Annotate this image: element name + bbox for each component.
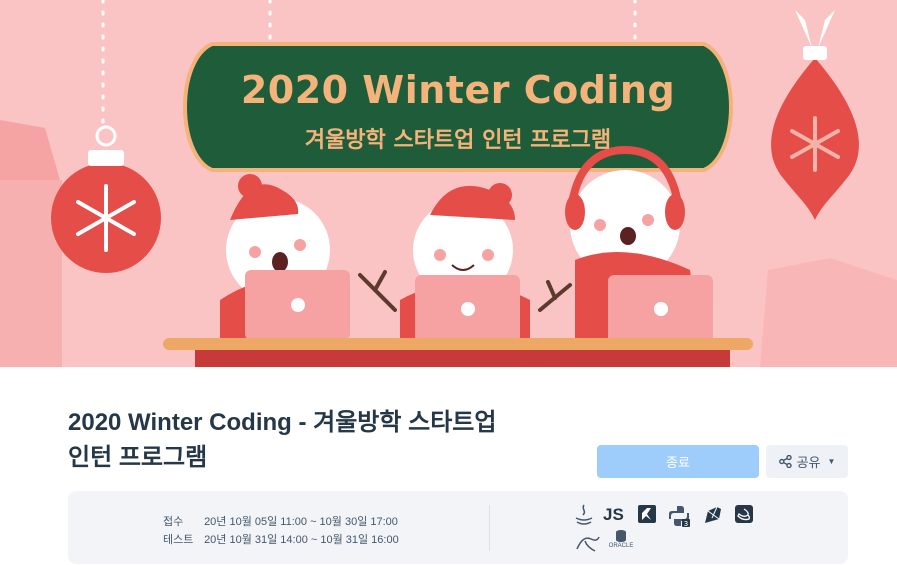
java-icon [575, 504, 593, 525]
ruby-icon [705, 506, 721, 523]
oracle-label: ORACLE [608, 543, 634, 549]
javascript-icon: JS [603, 505, 624, 524]
schedule-test-row: 테스트 20년 10월 31일 14:00 ~ 10월 31일 16:00 [163, 531, 399, 547]
oracle-icon: ORACLE [607, 529, 635, 549]
page-title: 2020 Winter Coding - 겨울방학 스타트업 인턴 프로그램 [68, 405, 588, 475]
ended-button[interactable]: 종료 [597, 445, 759, 478]
kotlin-icon [638, 505, 656, 523]
banner-title: 2020 Winter Coding [240, 68, 676, 112]
banner-sign: 2020 Winter Coding 겨울방학 스타트업 인턴 프로그램 [182, 44, 734, 170]
swift-icon [735, 505, 753, 523]
svg-text:3: 3 [684, 520, 688, 527]
chevron-down-icon: ▼ [827, 457, 836, 466]
share-button[interactable]: 공유 ▼ [766, 445, 848, 478]
language-icons: JS 3 ORACLE [573, 503, 763, 555]
schedule-box: 접수 20년 10월 05일 11:00 ~ 10월 30일 17:00 테스트… [68, 491, 848, 564]
event-info-section: 2020 Winter Coding - 겨울방학 스타트업 인턴 프로그램 종… [0, 367, 897, 565]
divider [489, 505, 490, 551]
share-icon [778, 455, 792, 468]
share-label: 공유 [796, 455, 821, 470]
schedule-apply-row: 접수 20년 10월 05일 11:00 ~ 10월 30일 17:00 [163, 513, 398, 529]
page-title-line1: 2020 Winter Coding - 겨울방학 스타트업 [68, 409, 497, 436]
test-label: 테스트 [163, 534, 194, 546]
page-title-line2: 인턴 프로그램 [68, 444, 208, 471]
mysql-icon [576, 536, 600, 552]
python3-icon: 3 [669, 506, 690, 527]
apply-label: 접수 [163, 516, 184, 528]
banner-subtitle: 겨울방학 스타트업 인턴 프로그램 [304, 128, 612, 153]
apply-period: 20년 10월 05일 11:00 ~ 10월 30일 17:00 [204, 516, 398, 528]
test-period: 20년 10월 31일 14:00 ~ 10월 31일 16:00 [204, 534, 399, 546]
hero-banner: 2020 Winter Coding 겨울방학 스타트업 인턴 프로그램 [0, 0, 897, 367]
